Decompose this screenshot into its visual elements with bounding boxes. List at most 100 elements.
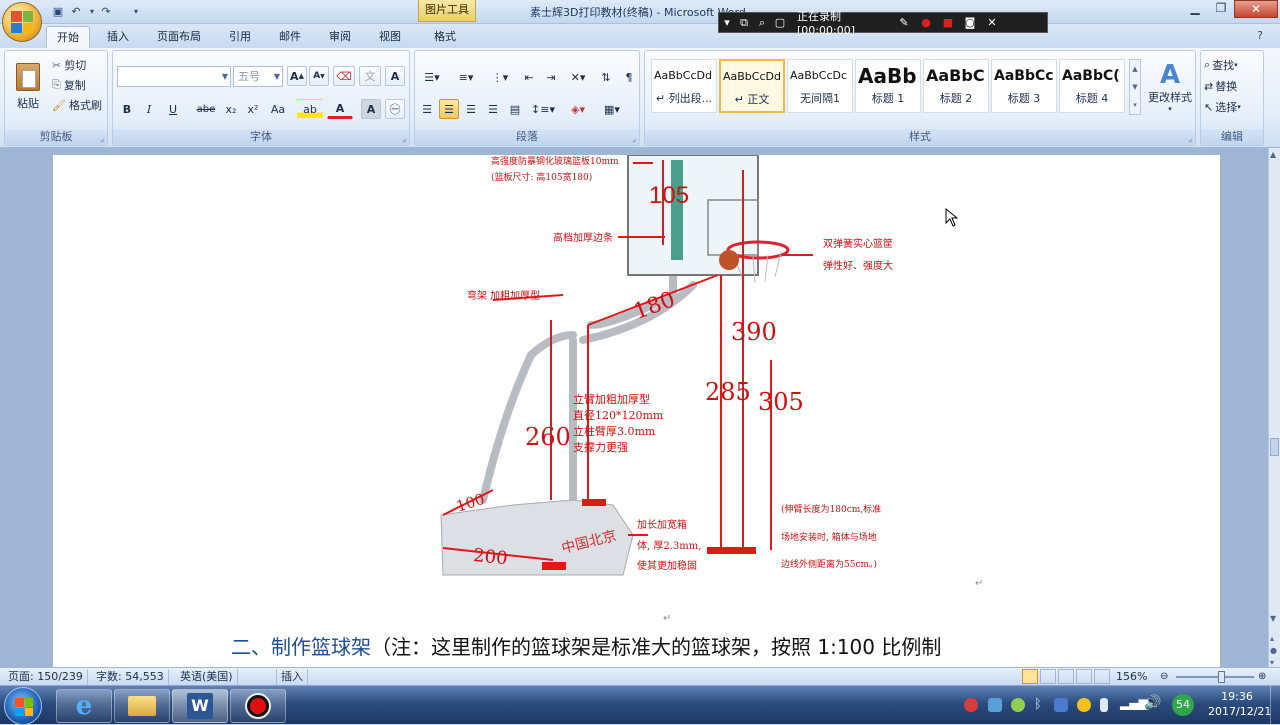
stop-icon[interactable]: ■ — [937, 16, 959, 29]
superscript-button[interactable]: x² — [243, 99, 263, 119]
highlight-button[interactable]: ab — [297, 99, 323, 119]
battery-icon[interactable] — [1100, 698, 1108, 712]
web-view-icon[interactable] — [1058, 669, 1074, 684]
clear-format-button[interactable]: ⌫ — [333, 66, 355, 86]
dropdown-icon[interactable]: ▾ — [719, 16, 735, 29]
distribute-button[interactable]: ▤ — [505, 99, 525, 119]
line-spacing-button[interactable]: ↕≡▾ — [529, 99, 557, 119]
style-no-spacing[interactable]: AaBbCcDc 无间隔1 — [787, 59, 853, 113]
dialog-launcher-icon[interactable]: ⌟ — [402, 134, 406, 143]
shading-button[interactable]: ◈▾ — [563, 99, 593, 119]
help-icon[interactable]: ? — [1252, 28, 1268, 44]
print-layout-view-icon[interactable] — [1022, 669, 1038, 684]
subscript-button[interactable]: x₂ — [221, 99, 241, 119]
clock[interactable]: 19:36 2017/12/21 — [1208, 689, 1271, 719]
prev-page-icon[interactable]: ▴ — [1270, 634, 1274, 643]
style-heading-3[interactable]: AaBbCc 标题 3 — [991, 59, 1057, 113]
font-name-combo[interactable]: ▼ — [117, 66, 231, 87]
redo-icon[interactable]: ↷ — [98, 4, 114, 20]
select-button[interactable]: ↖ 选择 ▾ — [1203, 97, 1261, 117]
page-count[interactable]: 页面: 150/239 — [4, 669, 88, 685]
vertical-scrollbar[interactable]: ▲ ▼ ▴ ● ▾ — [1268, 148, 1280, 667]
tray-app-icon[interactable] — [988, 698, 1002, 712]
close-recorder-icon[interactable]: ✕ — [981, 16, 1003, 29]
borders-button[interactable]: ▦▾ — [597, 99, 627, 119]
zoom-out-icon[interactable]: ⊖ — [1160, 669, 1168, 685]
taskbar-ie[interactable]: e — [56, 689, 112, 723]
char-shading-button[interactable]: A — [361, 99, 381, 119]
find-button[interactable]: ⌕ 查找 ▾ — [1203, 55, 1261, 75]
next-page-icon[interactable]: ▾ — [1270, 658, 1274, 667]
window-icon[interactable]: ⧉ — [735, 16, 753, 30]
volume-icon[interactable]: 🔊 — [1144, 695, 1161, 711]
sort-button[interactable]: ⇅ — [595, 67, 617, 87]
basketball-hoop-figure[interactable]: 高强度防暴钢化玻璃篮板10mm (篮板尺寸: 高105宽180) 105 高档加… — [53, 155, 1220, 667]
word-count[interactable]: 字数: 54,553 — [92, 669, 169, 685]
zoom-thumb[interactable] — [1218, 671, 1225, 683]
minimize-button[interactable]: ▁ — [1182, 0, 1208, 18]
tab-references[interactable]: 引用 — [220, 26, 260, 48]
shrink-font-button[interactable]: A ▼ — [309, 66, 329, 86]
record-dot-icon[interactable]: ● — [915, 16, 937, 29]
outline-view-icon[interactable] — [1076, 669, 1092, 684]
font-size-combo[interactable]: 五号 ▼ — [233, 66, 283, 87]
tab-page-layout[interactable]: 页面布局 — [150, 26, 208, 48]
enclose-char-button[interactable]: ㊀ — [385, 99, 405, 119]
style-heading-2[interactable]: AaBbC 标题 2 — [923, 59, 989, 113]
italic-button[interactable]: I — [139, 99, 159, 119]
tray-record-icon[interactable] — [964, 698, 978, 712]
restore-button[interactable]: ❐ — [1208, 0, 1234, 18]
undo-icon[interactable]: ↶ — [68, 4, 84, 20]
asian-layout-button[interactable]: ✕▾ — [565, 67, 591, 87]
bluetooth-icon[interactable]: ᛒ — [1034, 697, 1042, 712]
font-color-button[interactable]: A — [327, 99, 353, 119]
taskbar-explorer[interactable] — [114, 689, 170, 723]
styles-gallery-scroll[interactable]: ▲ ▼ ▾ — [1129, 59, 1141, 115]
tray-badge[interactable]: 54 — [1172, 694, 1194, 716]
show-desktop-button[interactable] — [1270, 686, 1280, 725]
scroll-up-icon[interactable]: ▲ — [1270, 150, 1276, 159]
replace-button[interactable]: ⇄ 替换 — [1203, 76, 1261, 96]
scroll-thumb[interactable] — [1270, 438, 1279, 456]
zoom-in-icon[interactable]: ⊕ — [1258, 669, 1266, 685]
phonetic-guide-button[interactable]: 文 — [359, 66, 381, 86]
start-button[interactable] — [4, 687, 42, 725]
camera-icon[interactable]: ◙ — [959, 16, 981, 29]
dialog-launcher-icon[interactable]: ⌟ — [100, 134, 104, 143]
align-left-button[interactable]: ☰ — [417, 99, 437, 119]
reading-view-icon[interactable] — [1040, 669, 1056, 684]
style-heading-4[interactable]: AaBbC(标题 4 — [1059, 59, 1125, 113]
customize-icon[interactable]: ▾ — [128, 4, 144, 20]
cut-button[interactable]: ✂ 剪切 — [51, 55, 105, 75]
paste-button[interactable]: 粘贴 — [9, 55, 47, 119]
tab-review[interactable]: 审阅 — [320, 26, 360, 48]
tab-insert[interactable]: 插入 — [98, 26, 138, 48]
align-center-button[interactable]: ☰ — [439, 99, 459, 119]
strikethrough-button[interactable]: abe — [193, 99, 219, 119]
justify-button[interactable]: ☰ — [483, 99, 503, 119]
change-styles-button[interactable]: A 更改样式 ▾ — [1145, 57, 1195, 117]
taskbar-recorder[interactable] — [230, 689, 286, 723]
bullets-button[interactable]: ☰▾ — [417, 67, 447, 87]
browse-object-icon[interactable]: ● — [1270, 646, 1277, 655]
zoom-slider[interactable] — [1176, 676, 1254, 678]
tab-mailings[interactable]: 邮件 — [270, 26, 310, 48]
grow-font-button[interactable]: A ▲ — [287, 66, 307, 86]
align-right-button[interactable]: ☰ — [461, 99, 481, 119]
tray-app-icon[interactable] — [1054, 698, 1068, 712]
document-page[interactable]: 高强度防暴钢化玻璃篮板10mm (篮板尺寸: 高105宽180) 105 高档加… — [53, 155, 1220, 667]
insert-mode[interactable]: 插入 — [276, 669, 308, 685]
close-button[interactable]: ✕ — [1234, 0, 1278, 18]
multilevel-button[interactable]: ⋮▾ — [485, 67, 515, 87]
tray-app-icon[interactable] — [1011, 698, 1025, 712]
tray-app-icon[interactable] — [1077, 698, 1091, 712]
increase-indent-button[interactable]: ⇥ — [541, 67, 561, 87]
region-icon[interactable]: ▢ — [771, 16, 789, 29]
tab-home[interactable]: 开始 — [46, 26, 90, 48]
zoom-icon[interactable]: ⌕ — [753, 16, 771, 30]
language[interactable]: 英语(美国) — [176, 669, 238, 685]
show-marks-button[interactable]: ¶ — [619, 67, 639, 87]
dialog-launcher-icon[interactable]: ⌟ — [1188, 134, 1192, 143]
pen-icon[interactable]: ✎ — [893, 16, 915, 29]
dialog-launcher-icon[interactable]: ⌟ — [632, 134, 636, 143]
